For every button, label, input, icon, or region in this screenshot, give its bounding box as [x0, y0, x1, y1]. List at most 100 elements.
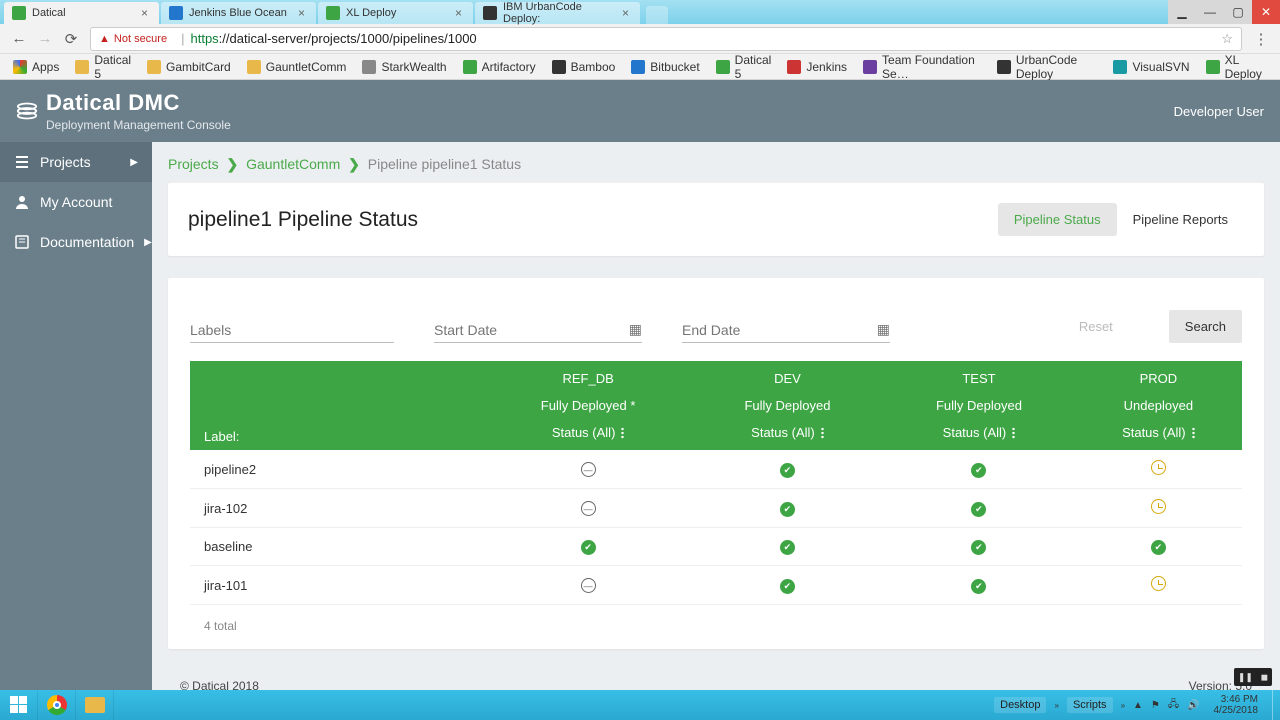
window-minimize-button[interactable]: —	[1196, 0, 1224, 24]
table-row[interactable]: jira-102—✔✔	[190, 489, 1242, 528]
kebab-icon[interactable]	[821, 427, 824, 439]
crumb-projects[interactable]: Projects	[168, 156, 219, 172]
status-cell	[1075, 450, 1242, 489]
bookmark-apps[interactable]: Apps	[6, 58, 66, 76]
bookmark-item[interactable]: Team Foundation Se…	[856, 51, 988, 83]
start-button[interactable]	[0, 690, 38, 720]
bookmark-item[interactable]: GambitCard	[140, 58, 238, 76]
list-icon	[14, 154, 30, 170]
app-logo[interactable]: Datical DMC Deployment Management Consol…	[16, 90, 231, 132]
sidebar-item-projects[interactable]: Projects ▶	[0, 142, 152, 182]
bookmark-item[interactable]: GauntletComm	[240, 58, 354, 76]
tray-toolbar[interactable]: Scripts	[1067, 697, 1113, 713]
stop-icon[interactable]: ◼	[1261, 672, 1268, 683]
bookmark-item[interactable]: Artifactory	[456, 58, 543, 76]
clock-icon	[1151, 576, 1166, 591]
address-bar[interactable]: ▲ Not secure | https://datical-server/pr…	[90, 27, 1242, 51]
back-button[interactable]: ←	[8, 28, 30, 50]
taskbar-clock[interactable]: 3:46 PM 4/25/2018	[1208, 694, 1265, 716]
kebab-icon[interactable]	[621, 427, 624, 439]
tray-toolbar[interactable]: Desktop	[994, 697, 1046, 713]
kebab-icon[interactable]	[1012, 427, 1015, 439]
current-user[interactable]: Developer User	[1174, 104, 1264, 119]
tray-up-icon[interactable]: ▲	[1133, 700, 1143, 711]
window-close-button[interactable]: ✕	[1252, 0, 1280, 24]
search-button[interactable]: Search	[1169, 310, 1242, 343]
status-filter[interactable]: Status (All)	[1075, 419, 1242, 450]
tab-close-icon[interactable]: ×	[619, 6, 632, 20]
window-user-icon[interactable]: ▁	[1168, 0, 1196, 24]
tab-close-icon[interactable]: ×	[295, 6, 308, 20]
flag-icon[interactable]: ⚑	[1151, 700, 1160, 711]
status-filter[interactable]: Status (All)	[485, 419, 692, 450]
start-date-input[interactable]	[434, 322, 629, 338]
browser-tab[interactable]: XL Deploy ×	[318, 2, 473, 24]
labels-field[interactable]	[190, 318, 394, 343]
check-icon: ✔	[1151, 540, 1166, 555]
calendar-icon[interactable]: ▦	[877, 321, 890, 338]
chevron-right-icon: ❯	[226, 156, 238, 172]
browser-menu-button[interactable]: ⋮	[1250, 28, 1272, 50]
end-date-input[interactable]	[682, 322, 877, 338]
kebab-icon[interactable]	[1192, 427, 1195, 439]
bookmark-item[interactable]: VisualSVN	[1106, 58, 1196, 76]
browser-tab[interactable]: Jenkins Blue Ocean ×	[161, 2, 316, 24]
bookmark-item[interactable]: StarkWealth	[355, 58, 453, 76]
bookmark-item[interactable]: XL Deploy	[1199, 51, 1274, 83]
table-row[interactable]: baseline✔✔✔✔	[190, 528, 1242, 566]
pause-icon[interactable]: ❚❚	[1238, 672, 1253, 683]
reset-button[interactable]: Reset	[1063, 310, 1129, 343]
bookmark-item[interactable]: Bamboo	[545, 58, 623, 76]
recording-controls[interactable]: ❚❚ ◼	[1234, 668, 1272, 686]
tab-pipeline-status[interactable]: Pipeline Status	[998, 203, 1117, 236]
table-row[interactable]: jira-101—✔✔	[190, 566, 1242, 605]
check-icon: ✔	[971, 540, 986, 555]
tab-title: IBM UrbanCode Deploy:	[503, 1, 619, 25]
title-card: pipeline1 Pipeline Status Pipeline Statu…	[168, 183, 1264, 256]
status-filter[interactable]: Status (All)	[692, 419, 884, 450]
folder-icon	[75, 60, 89, 74]
browser-tab[interactable]: IBM UrbanCode Deploy: ×	[475, 2, 640, 24]
start-date-field[interactable]: ▦	[434, 317, 642, 343]
status-filter[interactable]: Status (All)	[883, 419, 1075, 450]
windows-logo-icon	[10, 696, 28, 714]
reload-button[interactable]: ⟳	[60, 28, 82, 50]
tab-close-icon[interactable]: ×	[452, 6, 465, 20]
window-titlebar: Datical × Jenkins Blue Ocean × XL Deploy…	[0, 0, 1280, 24]
end-date-field[interactable]: ▦	[682, 317, 890, 343]
brand-title: Datical DMC	[46, 90, 231, 116]
clock-icon	[1151, 499, 1166, 514]
taskbar-explorer[interactable]	[76, 690, 114, 720]
crumb-project[interactable]: GauntletComm	[246, 156, 340, 172]
show-desktop-button[interactable]	[1272, 690, 1278, 720]
env-state: Fully Deployed	[883, 392, 1075, 419]
sidebar-item-label: Documentation	[40, 234, 134, 250]
status-cell: ✔	[692, 566, 884, 605]
site-icon	[463, 60, 477, 74]
sidebar-item-label: Projects	[40, 154, 91, 170]
bookmark-item[interactable]: UrbanCode Deploy	[990, 51, 1105, 83]
sound-icon[interactable]: 🔊	[1187, 700, 1199, 711]
network-icon[interactable]: 🖧	[1168, 697, 1179, 714]
bookmark-item[interactable]: Jenkins	[780, 58, 854, 76]
window-maximize-button[interactable]: ▢	[1224, 0, 1252, 24]
tab-close-icon[interactable]: ×	[138, 6, 151, 20]
taskbar-chrome[interactable]	[38, 690, 76, 720]
tab-pipeline-reports[interactable]: Pipeline Reports	[1117, 203, 1244, 236]
forward-button[interactable]: →	[34, 28, 56, 50]
bookmark-star-icon[interactable]: ☆	[1221, 31, 1233, 47]
labels-input[interactable]	[190, 322, 394, 338]
browser-tab[interactable]: Datical ×	[4, 2, 159, 24]
bookmark-item[interactable]: Datical 5	[709, 51, 779, 83]
status-cell: ✔	[692, 489, 884, 528]
bookmark-item[interactable]: Bitbucket	[624, 58, 706, 76]
status-cell: ✔	[883, 450, 1075, 489]
check-icon: ✔	[780, 463, 795, 478]
site-icon	[863, 60, 877, 74]
bookmark-item[interactable]: Datical 5	[68, 51, 138, 83]
new-tab-button[interactable]	[646, 6, 668, 24]
calendar-icon[interactable]: ▦	[629, 321, 642, 338]
table-row[interactable]: pipeline2—✔✔	[190, 450, 1242, 489]
sidebar-item-docs[interactable]: Documentation ▶	[0, 222, 152, 262]
sidebar-item-account[interactable]: My Account	[0, 182, 152, 222]
